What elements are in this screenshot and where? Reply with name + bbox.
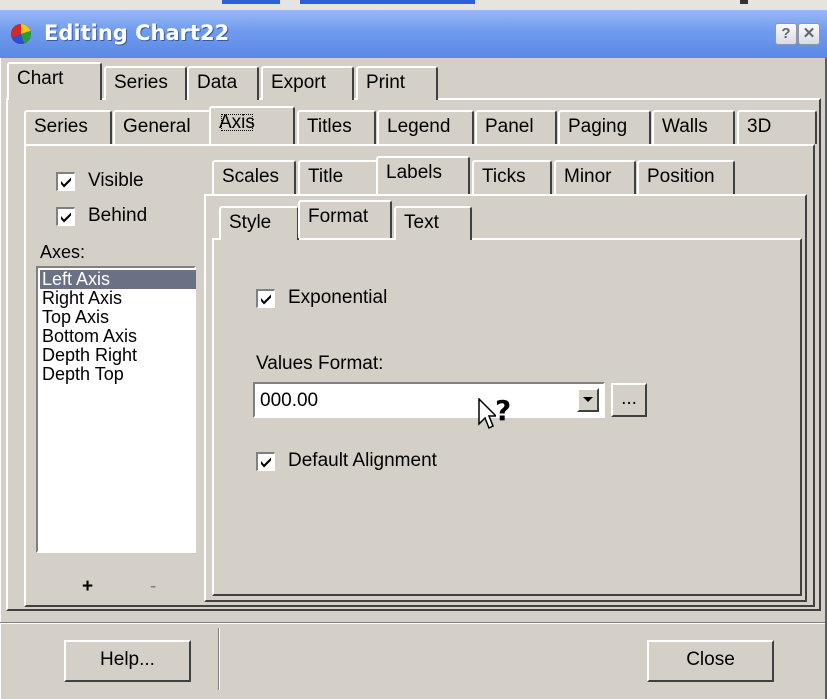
add-axis-button[interactable]: + [82,576,93,598]
values-format-combobox[interactable]: 000.00 [253,382,605,418]
teechart-app-icon [11,24,31,44]
tab-label: Legend [387,116,451,137]
background-window-accent [740,0,748,4]
behind-label: Behind [88,205,148,226]
tab-label: 3D [747,116,772,137]
visible-label: Visible [88,170,144,191]
help-title-button[interactable]: ? [775,23,797,45]
close-button[interactable]: Close [647,640,774,682]
window-title: Editing Chart22 [44,21,230,45]
help-button-label: Help... [100,649,155,670]
footer-divider [0,622,825,624]
values-format-value[interactable]: 000.00 [260,390,318,412]
help-button[interactable]: Help... [64,640,191,682]
tab-chart[interactable]: Chart [7,62,102,100]
tab-labels[interactable]: Labels [376,156,470,194]
checkmark-icon [261,457,271,468]
list-item[interactable]: Bottom Axis [40,327,196,346]
footer-separator [218,628,220,690]
tab-label: Print [366,72,406,93]
list-item[interactable]: Depth Top [40,365,196,384]
visible-checkbox[interactable] [56,172,75,191]
close-icon: ✕ [802,25,816,42]
tab-general[interactable]: General [113,110,211,144]
arrow-cursor-icon [478,398,496,430]
default-alignment-label: Default Alignment [288,450,437,471]
background-window-accent [222,0,280,4]
axes-label: Axes: [40,242,86,262]
tab-walls[interactable]: Walls [652,110,735,144]
tab-style[interactable]: Style [219,206,299,240]
background-window-strip [0,0,827,10]
tab-print[interactable]: Print [356,66,438,100]
tab-label: Scales [222,166,280,187]
title-bar[interactable]: Editing Chart22 ? ✕ [0,10,827,58]
tab-export[interactable]: Export [261,66,354,100]
background-window-accent [300,0,475,4]
tab-title[interactable]: Title [298,160,378,194]
tab-label: Paging [568,116,628,137]
tab-label: Panel [485,116,534,137]
list-item[interactable]: Depth Right [40,346,196,365]
tab-titles[interactable]: Titles [297,110,376,144]
tab-label: Title [308,166,344,187]
list-item[interactable]: Left Axis [40,270,196,289]
tab-label: Text [404,212,439,233]
close-title-button[interactable]: ✕ [798,23,820,45]
ellipsis-label: ... [621,388,637,409]
tab-label: Ticks [482,166,526,187]
ellipsis-button[interactable]: ... [611,383,647,417]
tab-label: Chart [17,68,64,89]
tab-label: Walls [662,116,708,137]
behind-checkbox[interactable] [56,207,75,226]
tab-label: Data [197,72,238,93]
default-alignment-checkbox[interactable] [256,452,275,471]
tab-position[interactable]: Position [637,160,735,194]
tab-panel[interactable]: Panel [475,110,557,144]
list-item[interactable]: Top Axis [40,308,196,327]
tab-label: Export [271,72,326,93]
tab-label: Series [114,72,168,93]
tab-3d[interactable]: 3D [737,110,817,144]
tab-paging[interactable]: Paging [558,110,651,144]
chevron-down-icon [583,397,593,402]
tab-label: Position [647,166,715,187]
tab-label: Axis [219,112,255,133]
tab-format[interactable]: Format [298,200,392,238]
tab-legend[interactable]: Legend [377,110,474,144]
help-cursor-glyph: ? [495,394,512,427]
tab-label: General [123,116,191,137]
dropdown-button[interactable] [577,388,599,412]
tab-label: Series [34,116,88,137]
checkmark-icon [261,294,271,305]
tab-text[interactable]: Text [394,206,472,240]
tab-scales[interactable]: Scales [212,160,296,194]
tab-axis[interactable]: Axis [209,106,295,144]
checkmark-icon [61,212,71,223]
tab-label: Titles [307,116,352,137]
tab-chart-series[interactable]: Series [24,110,112,144]
tab-label: Minor [564,166,612,187]
tab-series[interactable]: Series [104,66,187,100]
tab-label: Labels [386,162,442,183]
exponential-checkbox[interactable] [256,289,275,308]
list-item[interactable]: Right Axis [40,289,196,308]
checkmark-icon [61,177,71,188]
tab-data[interactable]: Data [187,66,259,100]
close-button-label: Close [686,649,735,670]
values-format-label: Values Format: [256,353,384,374]
tab-minor[interactable]: Minor [554,160,636,194]
help-icon: ? [781,25,791,42]
axes-listbox[interactable]: Left Axis Right Axis Top Axis Bottom Axi… [36,266,196,553]
exponential-label: Exponential [288,287,388,308]
tab-label: Format [308,206,369,227]
remove-axis-button[interactable]: - [150,576,156,598]
tab-label: Style [229,212,272,233]
tab-ticks[interactable]: Ticks [472,160,552,194]
